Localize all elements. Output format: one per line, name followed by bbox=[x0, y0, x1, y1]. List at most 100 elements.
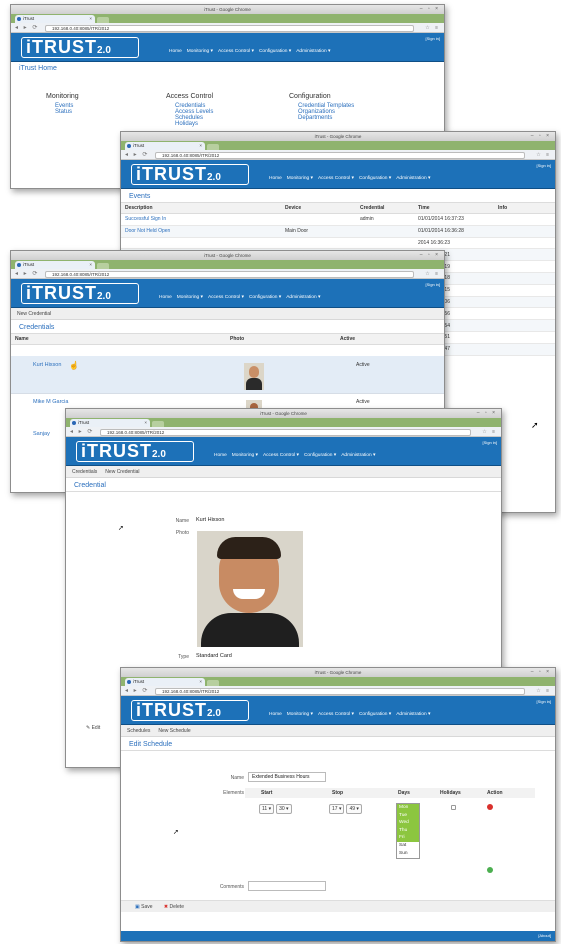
schedules-button[interactable]: Schedules bbox=[127, 728, 150, 734]
browser-tab[interactable]: iTrust × bbox=[15, 261, 95, 269]
edit-button[interactable]: ✎ Edit bbox=[86, 725, 100, 731]
comments-input[interactable] bbox=[248, 881, 326, 891]
stop-minute-select[interactable]: 49 ▾ bbox=[346, 804, 362, 814]
tab-close-icon[interactable]: × bbox=[89, 261, 92, 269]
sign-in-link[interactable]: [Sign in] bbox=[537, 699, 551, 704]
sign-in-link[interactable]: [Sign in] bbox=[426, 282, 440, 287]
browser-tab[interactable]: iTrust × bbox=[125, 678, 205, 686]
menu-access-control[interactable]: Access Control ▾ bbox=[218, 49, 254, 54]
navigation-buttons[interactable]: ◂ ▸ ⟳ bbox=[70, 427, 94, 437]
holidays-checkbox[interactable] bbox=[451, 805, 456, 810]
column-header[interactable]: Active bbox=[336, 334, 444, 345]
navigation-buttons[interactable]: ◂ ▸ ⟳ bbox=[15, 269, 39, 279]
window-controls[interactable]: – ▫ × bbox=[420, 5, 440, 14]
bookmark-menu-icons[interactable]: ☆ ≡ bbox=[425, 269, 440, 279]
day-option-selected[interactable]: Fri bbox=[397, 834, 419, 842]
day-option-selected[interactable]: Wed bbox=[397, 819, 419, 827]
tab-close-icon[interactable]: × bbox=[144, 419, 147, 427]
menu-access-control[interactable]: Access Control ▾ bbox=[208, 295, 244, 300]
new-credential-button[interactable]: New Credential bbox=[17, 311, 51, 317]
column-header[interactable]: Time bbox=[414, 203, 494, 214]
menu-access-control[interactable]: Access Control ▾ bbox=[318, 176, 354, 181]
bookmark-menu-icons[interactable]: ☆ ≡ bbox=[536, 686, 551, 696]
navigation-buttons[interactable]: ◂ ▸ ⟳ bbox=[125, 150, 149, 160]
navigation-buttons[interactable]: ◂ ▸ ⟳ bbox=[125, 686, 149, 696]
table-row[interactable]: 2014 16:36:23 bbox=[121, 237, 555, 250]
menu-monitoring[interactable]: Monitoring ▾ bbox=[232, 453, 258, 458]
menu-access-control[interactable]: Access Control ▾ bbox=[263, 453, 299, 458]
new-schedule-button[interactable]: New Schedule bbox=[158, 728, 190, 734]
bookmark-menu-icons[interactable]: ☆ ≡ bbox=[536, 150, 551, 160]
menu-administration[interactable]: Administration ▾ bbox=[396, 712, 430, 717]
bookmark-menu-icons[interactable]: ☆ ≡ bbox=[482, 427, 497, 437]
url-field[interactable]: 192.168.0.40:8085/ITR/2012 bbox=[45, 270, 414, 278]
sign-in-link[interactable]: [Sign in] bbox=[483, 440, 497, 445]
menu-administration[interactable]: Administration ▾ bbox=[396, 176, 430, 181]
bookmark-menu-icons[interactable]: ☆ ≡ bbox=[425, 23, 440, 33]
tab-close-icon[interactable]: × bbox=[199, 678, 202, 686]
add-element-icon[interactable] bbox=[487, 867, 493, 873]
day-option-selected[interactable]: Thu bbox=[397, 826, 419, 835]
column-header[interactable]: Photo bbox=[226, 334, 336, 345]
new-credential-button[interactable]: New Credential bbox=[105, 469, 139, 475]
event-description[interactable]: Door Not Held Open bbox=[121, 225, 281, 238]
credentials-button[interactable]: Credentials bbox=[72, 469, 97, 475]
itrust-logo[interactable]: iTRUST2.0 bbox=[21, 283, 139, 304]
menu-monitoring[interactable]: Monitoring ▾ bbox=[187, 49, 213, 54]
menu-monitoring[interactable]: Monitoring ▾ bbox=[177, 295, 203, 300]
url-field[interactable]: 192.168.0.40:8085/ITR/2012 bbox=[45, 24, 414, 32]
home-link-holidays[interactable]: Holidays bbox=[166, 121, 213, 127]
stop-hour-select[interactable]: 17 ▾ bbox=[329, 804, 345, 814]
column-header[interactable]: Name bbox=[11, 334, 226, 345]
menu-monitoring[interactable]: Monitoring ▾ bbox=[287, 176, 313, 181]
home-link-departments[interactable]: Departments bbox=[289, 115, 354, 121]
itrust-logo[interactable]: iTRUST2.0 bbox=[76, 441, 194, 462]
browser-tab[interactable]: iTrust × bbox=[70, 419, 150, 427]
column-header[interactable]: Description bbox=[121, 203, 281, 214]
credential-name-link[interactable]: Sanjay bbox=[33, 431, 50, 437]
browser-tab[interactable]: iTrust × bbox=[15, 15, 95, 23]
menu-home[interactable]: Home bbox=[214, 453, 227, 458]
itrust-logo[interactable]: iTRUST2.0 bbox=[131, 700, 249, 721]
window-controls[interactable]: – ▫ × bbox=[531, 132, 551, 141]
tab-close-icon[interactable]: × bbox=[199, 142, 202, 150]
itrust-logo[interactable]: iTRUST2.0 bbox=[21, 37, 139, 58]
tab-close-icon[interactable]: × bbox=[89, 15, 92, 23]
url-field[interactable]: 192.168.0.40:8085/ITR/2012 bbox=[155, 151, 525, 159]
menu-configuration[interactable]: Configuration ▾ bbox=[304, 453, 336, 458]
menu-configuration[interactable]: Configuration ▾ bbox=[359, 712, 391, 717]
table-row[interactable]: Successful Sign In admin 01/01/2014 16:37:… bbox=[121, 213, 555, 226]
column-header[interactable]: Device bbox=[281, 203, 356, 214]
menu-home[interactable]: Home bbox=[269, 176, 282, 181]
column-header[interactable]: Info bbox=[494, 203, 555, 214]
credential-name-link[interactable]: Kurt Hixson bbox=[33, 362, 61, 368]
menu-monitoring[interactable]: Monitoring ▾ bbox=[287, 712, 313, 717]
about-link[interactable]: [About] bbox=[538, 933, 551, 938]
menu-administration[interactable]: Administration ▾ bbox=[296, 49, 330, 54]
menu-configuration[interactable]: Configuration ▾ bbox=[259, 49, 291, 54]
credential-name-link[interactable]: Mike M Garcia bbox=[33, 399, 68, 405]
start-minute-select[interactable]: 30 ▾ bbox=[276, 804, 292, 814]
day-option[interactable]: Sat bbox=[397, 842, 419, 850]
menu-home[interactable]: Home bbox=[269, 712, 282, 717]
menu-configuration[interactable]: Configuration ▾ bbox=[359, 176, 391, 181]
sign-in-link[interactable]: [Sign in] bbox=[426, 36, 440, 41]
day-option[interactable]: Sun bbox=[397, 850, 419, 858]
window-controls[interactable]: – ▫ × bbox=[477, 409, 497, 418]
sign-in-link[interactable]: [Sign in] bbox=[537, 163, 551, 168]
menu-access-control[interactable]: Access Control ▾ bbox=[318, 712, 354, 717]
start-hour-select[interactable]: 11 ▾ bbox=[259, 804, 275, 814]
window-controls[interactable]: – ▫ × bbox=[420, 251, 440, 260]
menu-administration[interactable]: Administration ▾ bbox=[341, 453, 375, 458]
column-header[interactable]: Credential bbox=[356, 203, 414, 214]
day-option-selected[interactable]: Tue bbox=[397, 811, 419, 820]
itrust-logo[interactable]: iTRUST2.0 bbox=[131, 164, 249, 185]
delete-button[interactable]: ✖ Delete bbox=[164, 904, 184, 910]
menu-home[interactable]: Home bbox=[169, 49, 182, 54]
menu-home[interactable]: Home bbox=[159, 295, 172, 300]
browser-tab[interactable]: iTrust × bbox=[125, 142, 205, 150]
days-multiselect[interactable]: Mon Tue Wed Thu Fri Sat Sun bbox=[396, 803, 420, 859]
menu-configuration[interactable]: Configuration ▾ bbox=[249, 295, 281, 300]
event-description[interactable]: Successful Sign In bbox=[121, 213, 281, 226]
credential-photo-thumbnail[interactable] bbox=[244, 363, 264, 390]
